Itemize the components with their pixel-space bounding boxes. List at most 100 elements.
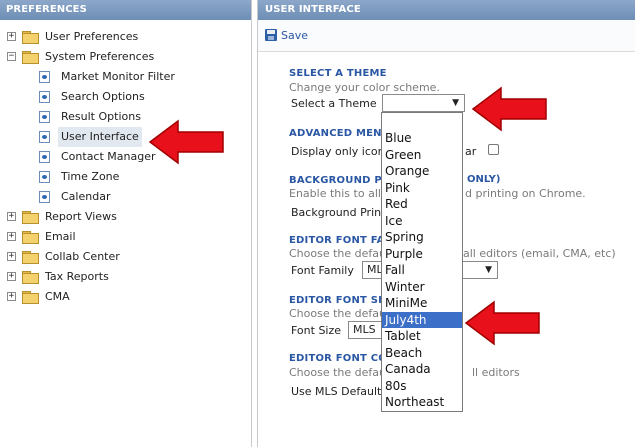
dropdown-caret-icon: ▼ xyxy=(452,98,459,108)
expand-icon[interactable]: + xyxy=(7,32,16,41)
theme-dropdown-list[interactable]: Blue Green Orange Pink Red Ice Spring Purple Fal… xyxy=(381,112,463,412)
folder-icon xyxy=(22,31,39,44)
page-icon xyxy=(39,131,50,143)
expand-icon[interactable]: + xyxy=(7,272,16,281)
preferences-header: PREFERENCES xyxy=(0,0,251,20)
expand-icon[interactable]: + xyxy=(7,232,16,241)
advanced-menu-label: Display only icons xyxy=(291,145,391,158)
theme-option[interactable]: Orange xyxy=(382,163,462,180)
tree-item[interactable]: Market Monitor Filter xyxy=(0,67,251,87)
tree-item[interactable]: − System Preferences xyxy=(0,47,251,67)
tree-item-label: Time Zone xyxy=(61,170,120,183)
theme-option[interactable]: July4th xyxy=(382,311,462,328)
theme-section-desc: Change your color scheme. xyxy=(289,81,440,94)
tree-item[interactable]: + CMA xyxy=(0,287,251,307)
tree-item-label: CMA xyxy=(45,290,70,303)
tree-item-label: Contact Manager xyxy=(61,150,156,163)
background-print-title: BACKGROUND P xyxy=(289,175,382,186)
arrow-left-icon xyxy=(471,86,547,132)
font-family-desc: Choose the default xyxy=(289,247,394,260)
theme-option[interactable]: Fall xyxy=(382,262,462,279)
tree-item-label: Email xyxy=(45,230,76,243)
font-color-desc: Choose the defaul xyxy=(289,366,390,379)
background-print-label: Background Print xyxy=(291,206,386,219)
dropdown-caret-icon: ▼ xyxy=(485,265,492,275)
tree-item[interactable]: + Collab Center xyxy=(0,247,251,267)
theme-option[interactable]: 80s xyxy=(382,378,462,395)
tree-item[interactable]: Calendar xyxy=(0,187,251,207)
folder-icon xyxy=(22,291,39,304)
save-disk-icon xyxy=(265,29,277,41)
theme-option[interactable]: MiniMe xyxy=(382,295,462,312)
page-icon xyxy=(39,171,50,183)
theme-option[interactable]: Ice xyxy=(382,213,462,230)
expand-icon[interactable]: + xyxy=(7,292,16,301)
font-size-value: MLS xyxy=(353,323,376,336)
tree-item-label: Result Options xyxy=(61,110,141,123)
tree-item-label: Calendar xyxy=(61,190,111,203)
tree-item[interactable]: Search Options xyxy=(0,87,251,107)
theme-option[interactable]: Spring xyxy=(382,229,462,246)
page-icon xyxy=(39,191,50,203)
tree-item[interactable]: + User Preferences xyxy=(0,27,251,47)
page-icon xyxy=(39,151,50,163)
page-icon xyxy=(39,71,50,83)
font-size-label: Font Size xyxy=(291,324,342,337)
font-family-label: Font Family xyxy=(291,264,354,277)
theme-option[interactable]: Purple xyxy=(382,246,462,263)
theme-option[interactable]: Green xyxy=(382,147,462,164)
folder-icon xyxy=(22,211,39,224)
font-size-desc: Choose the defaul xyxy=(289,307,390,320)
save-label: Save xyxy=(281,29,309,42)
theme-option[interactable]: Pink xyxy=(382,180,462,197)
font-family-title: EDITOR FONT FA xyxy=(289,235,385,246)
theme-option[interactable]: Blue xyxy=(382,130,462,147)
tree-item[interactable]: + Report Views xyxy=(0,207,251,227)
folder-icon xyxy=(22,271,39,284)
arrow-left-icon xyxy=(464,300,540,346)
tree-item-label: Tax Reports xyxy=(45,270,109,283)
font-color-title: EDITOR FONT CO xyxy=(289,353,388,364)
folder-icon xyxy=(22,51,39,64)
save-button[interactable]: Save xyxy=(265,27,308,45)
tree-item-label: Collab Center xyxy=(45,250,120,263)
tree-item[interactable]: + Email xyxy=(0,227,251,247)
theme-label: Select a Theme xyxy=(291,97,377,110)
background-print-title-tail: ONLY) xyxy=(467,174,501,185)
theme-option[interactable]: Canada xyxy=(382,361,462,378)
tree-item-label: Search Options xyxy=(61,90,145,103)
preferences-tree: + User Preferences − System Preferences Mark… xyxy=(0,27,251,307)
page-icon xyxy=(39,111,50,123)
tree-item-label: Report Views xyxy=(45,210,117,223)
page-icon xyxy=(39,91,50,103)
toolbar xyxy=(258,20,635,52)
user-interface-header: USER INTERFACE xyxy=(258,0,635,20)
arrow-left-icon xyxy=(148,119,224,165)
expand-icon[interactable]: + xyxy=(7,212,16,221)
tree-item-label: Market Monitor Filter xyxy=(61,70,175,83)
tree-item[interactable]: + Tax Reports xyxy=(0,267,251,287)
theme-select[interactable]: ▼ xyxy=(382,94,465,112)
theme-option[interactable]: Tablet xyxy=(382,328,462,345)
advanced-menu-label-tail: ar xyxy=(465,145,477,158)
tree-item-label: User Interface xyxy=(58,127,142,147)
collapse-icon[interactable]: − xyxy=(7,52,16,61)
theme-option[interactable]: Northeast xyxy=(382,394,462,411)
font-size-title: EDITOR FONT SI xyxy=(289,295,383,306)
theme-option[interactable]: Beach xyxy=(382,345,462,362)
background-print-desc-tail: d printing on Chrome. xyxy=(465,187,586,200)
display-icons-checkbox[interactable] xyxy=(488,144,499,155)
font-family-desc-tail: all editors (email, CMA, etc) xyxy=(463,247,616,260)
expand-icon[interactable]: + xyxy=(7,252,16,261)
tree-item-label: System Preferences xyxy=(45,50,155,63)
theme-option[interactable]: Winter xyxy=(382,279,462,296)
folder-icon xyxy=(22,231,39,244)
advanced-menu-title: ADVANCED MENU xyxy=(289,128,391,139)
theme-section-title: SELECT A THEME xyxy=(289,68,387,79)
use-mls-default-label: Use MLS Default xyxy=(291,385,382,398)
folder-icon xyxy=(22,251,39,264)
preferences-panel: PREFERENCES + User Preferences − System Pre… xyxy=(0,0,252,447)
font-color-desc-tail: ll editors xyxy=(472,366,520,379)
tree-item[interactable]: Time Zone xyxy=(0,167,251,187)
theme-option[interactable]: Red xyxy=(382,196,462,213)
